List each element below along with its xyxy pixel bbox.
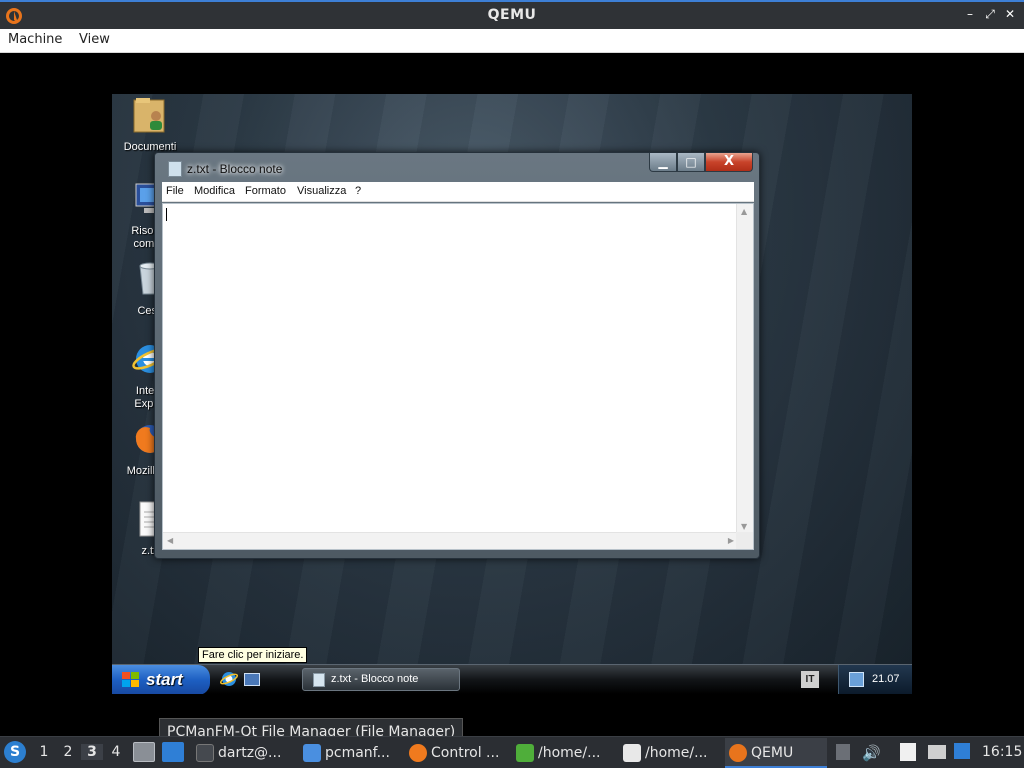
scroll-down-icon[interactable]: ▼ (741, 522, 747, 531)
notepad-menu-help[interactable]: ? (355, 185, 361, 197)
qemu-menubar: Machine View (0, 29, 1024, 53)
maximize-icon: □ (685, 155, 697, 169)
update-notifier-icon[interactable] (954, 743, 970, 759)
notepad-close-button[interactable]: X (705, 153, 753, 172)
volume-icon[interactable]: 🔊 (862, 744, 881, 762)
quicklaunch-ie-icon[interactable] (220, 670, 238, 688)
language-indicator[interactable]: IT (801, 671, 819, 688)
host-taskbar: S 1 2 3 4 dartz@... pcmanf... Control ..… (0, 736, 1024, 768)
restore-button[interactable]: ⤢ (982, 7, 998, 22)
folder-user-icon (133, 98, 165, 133)
text-editor-icon (623, 744, 641, 762)
scroll-left-icon[interactable]: ◀ (167, 536, 173, 545)
terminal-icon (196, 744, 214, 762)
task-label: /home/... (538, 745, 601, 761)
task-terminal[interactable]: dartz@... (192, 738, 296, 768)
workspace-1[interactable]: 1 (33, 744, 55, 760)
task-archive[interactable]: /home/... (512, 738, 616, 768)
qemu-icon (729, 744, 747, 762)
start-tooltip: Fare clic per iniziare. (198, 647, 308, 663)
task-qemu[interactable]: QEMU (725, 738, 827, 768)
task-text-editor[interactable]: /home/... (619, 738, 723, 768)
notepad-icon (168, 161, 182, 177)
notepad-icon (313, 673, 325, 687)
scroll-tray-icon[interactable] (836, 744, 850, 760)
desktop-launcher-icon[interactable] (162, 742, 184, 762)
window-title: QEMU (487, 7, 537, 23)
file-manager-launcher-icon[interactable] (133, 742, 155, 762)
lxqt-menu-icon[interactable]: S (4, 741, 26, 763)
scroll-up-icon[interactable]: ▲ (741, 207, 747, 216)
notepad-title: z.txt - Blocco note (187, 162, 283, 176)
scrollbar-corner (736, 532, 753, 549)
windows-flag-icon (122, 672, 139, 687)
host-clock[interactable]: 16:15 (982, 744, 1022, 760)
minimize-icon: ▁ (658, 155, 668, 169)
network-icon[interactable] (849, 672, 864, 687)
scroll-right-icon[interactable]: ▶ (728, 536, 734, 545)
start-button[interactable]: start (112, 665, 210, 694)
guest-taskbar: start z.txt - Blocco note IT 21.07 (112, 664, 912, 694)
notepad-maximize-button[interactable]: □ (677, 153, 705, 172)
horizontal-scrollbar[interactable]: ◀ ▶ (163, 532, 738, 549)
guest-system-tray: 21.07 (838, 665, 912, 694)
task-label: /home/... (645, 745, 708, 761)
firefox-icon (409, 744, 427, 762)
qemu-titlebar: QEMU – ⤢ ✕ (0, 0, 1024, 29)
show-desktop-icon[interactable] (244, 673, 260, 686)
task-pcmanfm[interactable]: pcmanf... (299, 738, 401, 768)
guest-screen[interactable]: Documenti Risorse compu Cesti Intern Exp… (112, 94, 912, 694)
task-label: Control ... (431, 745, 500, 761)
folder-icon (303, 744, 321, 762)
close-button[interactable]: ✕ (1002, 7, 1018, 21)
clipboard-icon[interactable] (900, 743, 916, 761)
workspace-3[interactable]: 3 (81, 744, 103, 760)
menu-view[interactable]: View (79, 32, 110, 47)
desktop-icon-documenti[interactable]: Documenti (112, 96, 188, 154)
task-label: pcmanf... (325, 745, 390, 761)
workspace-4[interactable]: 4 (105, 744, 127, 760)
notepad-menu-modifica[interactable]: Modifica (194, 185, 235, 197)
guest-clock[interactable]: 21.07 (872, 673, 900, 685)
archive-icon (516, 744, 534, 762)
network-icon[interactable] (928, 745, 946, 759)
vertical-scrollbar[interactable]: ▲ ▼ (736, 204, 753, 534)
notepad-menu-visualizza[interactable]: Visualizza (297, 185, 346, 197)
notepad-menubar: File Modifica Formato Visualizza ? (162, 182, 754, 202)
menu-machine[interactable]: Machine (8, 32, 62, 47)
notepad-window[interactable]: z.txt - Blocco note ▁ □ X File Modifica … (154, 152, 760, 559)
notepad-text-area[interactable]: ▲ ▼ ◀ ▶ (162, 203, 754, 550)
taskbar-notepad-button[interactable]: z.txt - Blocco note (302, 668, 460, 691)
workspace-2[interactable]: 2 (57, 744, 79, 760)
notepad-menu-file[interactable]: File (166, 185, 184, 197)
notepad-minimize-button[interactable]: ▁ (649, 153, 677, 172)
start-label: start (146, 670, 183, 689)
task-label: dartz@... (218, 745, 282, 761)
minimize-button[interactable]: – (962, 7, 978, 21)
text-caret (166, 208, 167, 221)
task-label: QEMU (751, 745, 794, 761)
task-firefox[interactable]: Control ... (405, 738, 511, 768)
notepad-menu-formato[interactable]: Formato (245, 185, 286, 197)
taskbar-notepad-label: z.txt - Blocco note (331, 673, 419, 685)
